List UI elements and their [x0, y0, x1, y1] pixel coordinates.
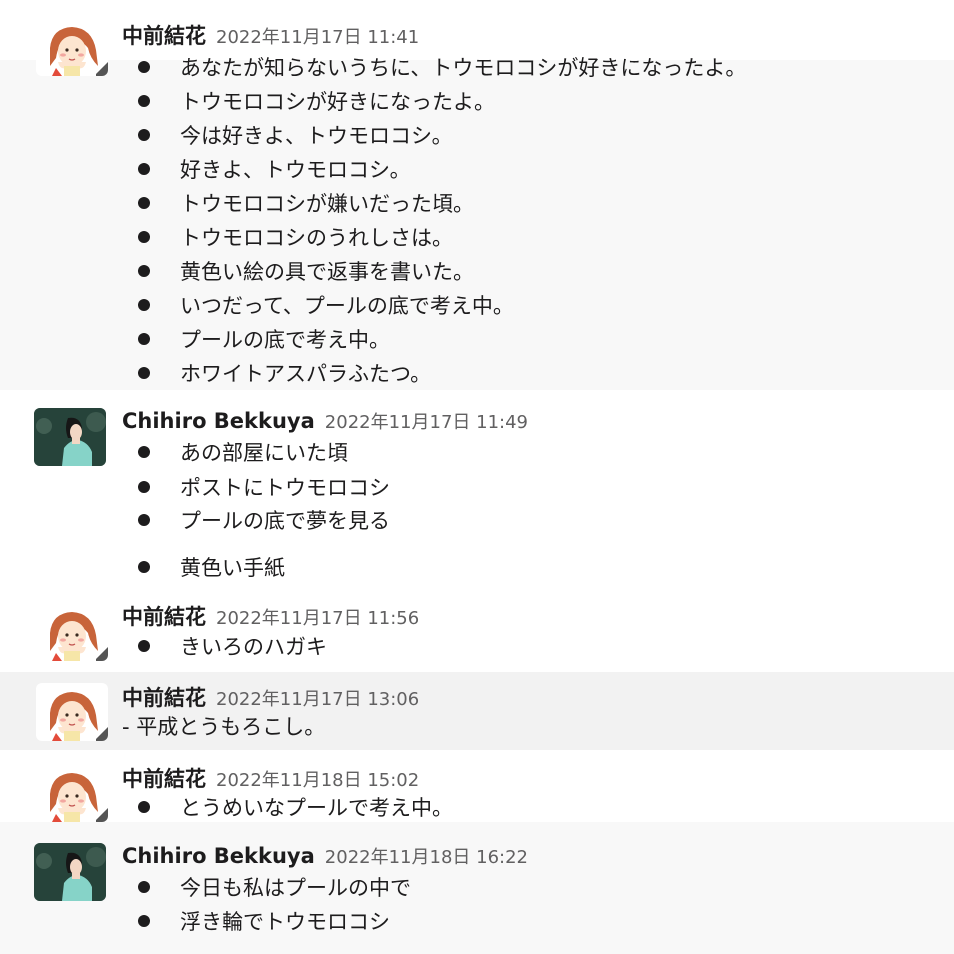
avatar[interactable]: [34, 843, 106, 901]
girl-avatar-icon: [36, 18, 108, 76]
author-name[interactable]: 中前結花: [122, 24, 206, 48]
bullet-icon: [138, 197, 150, 209]
message-header: Chihiro Bekkuya 2022年11月18日 16:22: [122, 843, 528, 869]
bullet-icon: [138, 265, 150, 277]
timestamp[interactable]: 2022年11月17日 11:41: [216, 27, 419, 48]
list-item: きいろのハガキ: [138, 635, 327, 659]
list-item: 好きよ、トウモロコシ。: [138, 158, 411, 182]
bullet-icon: [138, 514, 150, 526]
list-item: トウモロコシが嫌いだった頃。: [138, 192, 474, 216]
bullet-icon: [138, 446, 150, 458]
girl-avatar-icon: [36, 683, 108, 741]
list-item: ホワイトアスパラふたつ。: [138, 362, 431, 386]
bullet-icon: [138, 61, 150, 73]
message-header: Chihiro Bekkuya 2022年11月17日 11:49: [122, 408, 528, 434]
timestamp[interactable]: 2022年11月17日 11:56: [216, 608, 419, 629]
list-item: トウモロコシのうれしさは。: [138, 226, 453, 250]
bullet-icon: [138, 640, 150, 652]
bullet-icon: [138, 367, 150, 379]
message-text: - 平成とうもろこし。: [122, 715, 326, 739]
avatar[interactable]: [36, 18, 108, 76]
girl-avatar-icon: [36, 764, 108, 822]
list-item: いつだって、プールの底で考え中。: [138, 294, 514, 318]
author-name[interactable]: 中前結花: [122, 767, 206, 791]
bullet-icon: [138, 801, 150, 813]
bullet-icon: [138, 333, 150, 345]
bullet-icon: [138, 163, 150, 175]
author-name[interactable]: Chihiro Bekkuya: [122, 844, 315, 868]
list-item: とうめいなプールで考え中。: [138, 796, 453, 820]
bullet-icon: [138, 481, 150, 493]
author-name[interactable]: 中前結花: [122, 605, 206, 629]
list-item: トウモロコシが好きになったよ。: [138, 90, 495, 114]
avatar[interactable]: [34, 408, 106, 466]
girl-avatar-icon: [36, 603, 108, 661]
avatar[interactable]: [36, 603, 108, 661]
list-item: 黄色い絵の具で返事を書いた。: [138, 260, 474, 284]
bullet-icon: [138, 95, 150, 107]
bullet-icon: [138, 299, 150, 311]
man-avatar-icon: [34, 843, 106, 901]
list-item: 今は好きよ、トウモロコシ。: [138, 124, 453, 148]
list-item: ポストにトウモロコシ: [138, 476, 390, 500]
man-avatar-icon: [34, 408, 106, 466]
bullet-icon: [138, 231, 150, 243]
list-item: 今日も私はプールの中で: [138, 876, 411, 900]
timestamp[interactable]: 2022年11月17日 13:06: [216, 689, 419, 710]
list-item: プールの底で考え中。: [138, 328, 390, 352]
list-item: あなたが知らないうちに、トウモロコシが好きになったよ。: [138, 56, 746, 80]
bullet-icon: [138, 129, 150, 141]
author-name[interactable]: 中前結花: [122, 686, 206, 710]
list-item: 黄色い手紙: [138, 556, 285, 580]
list-item: 浮き輪でトウモロコシ: [138, 910, 390, 934]
message-header: 中前結花 2022年11月17日 11:41: [122, 20, 419, 50]
author-name[interactable]: Chihiro Bekkuya: [122, 409, 315, 433]
bullet-icon: [138, 561, 150, 573]
bullet-icon: [138, 915, 150, 927]
bullet-icon: [138, 881, 150, 893]
message-header: 中前結花 2022年11月17日 11:56: [122, 601, 419, 631]
avatar[interactable]: [36, 764, 108, 822]
list-item: あの部屋にいた頃: [138, 441, 348, 465]
message-header: 中前結花 2022年11月18日 15:02: [122, 763, 419, 793]
timestamp[interactable]: 2022年11月17日 11:49: [325, 412, 528, 433]
message-header: 中前結花 2022年11月17日 13:06: [122, 682, 419, 712]
list-item: プールの底で夢を見る: [138, 509, 390, 533]
timestamp[interactable]: 2022年11月18日 16:22: [325, 847, 528, 868]
timestamp[interactable]: 2022年11月18日 15:02: [216, 770, 419, 791]
avatar[interactable]: [36, 683, 108, 741]
